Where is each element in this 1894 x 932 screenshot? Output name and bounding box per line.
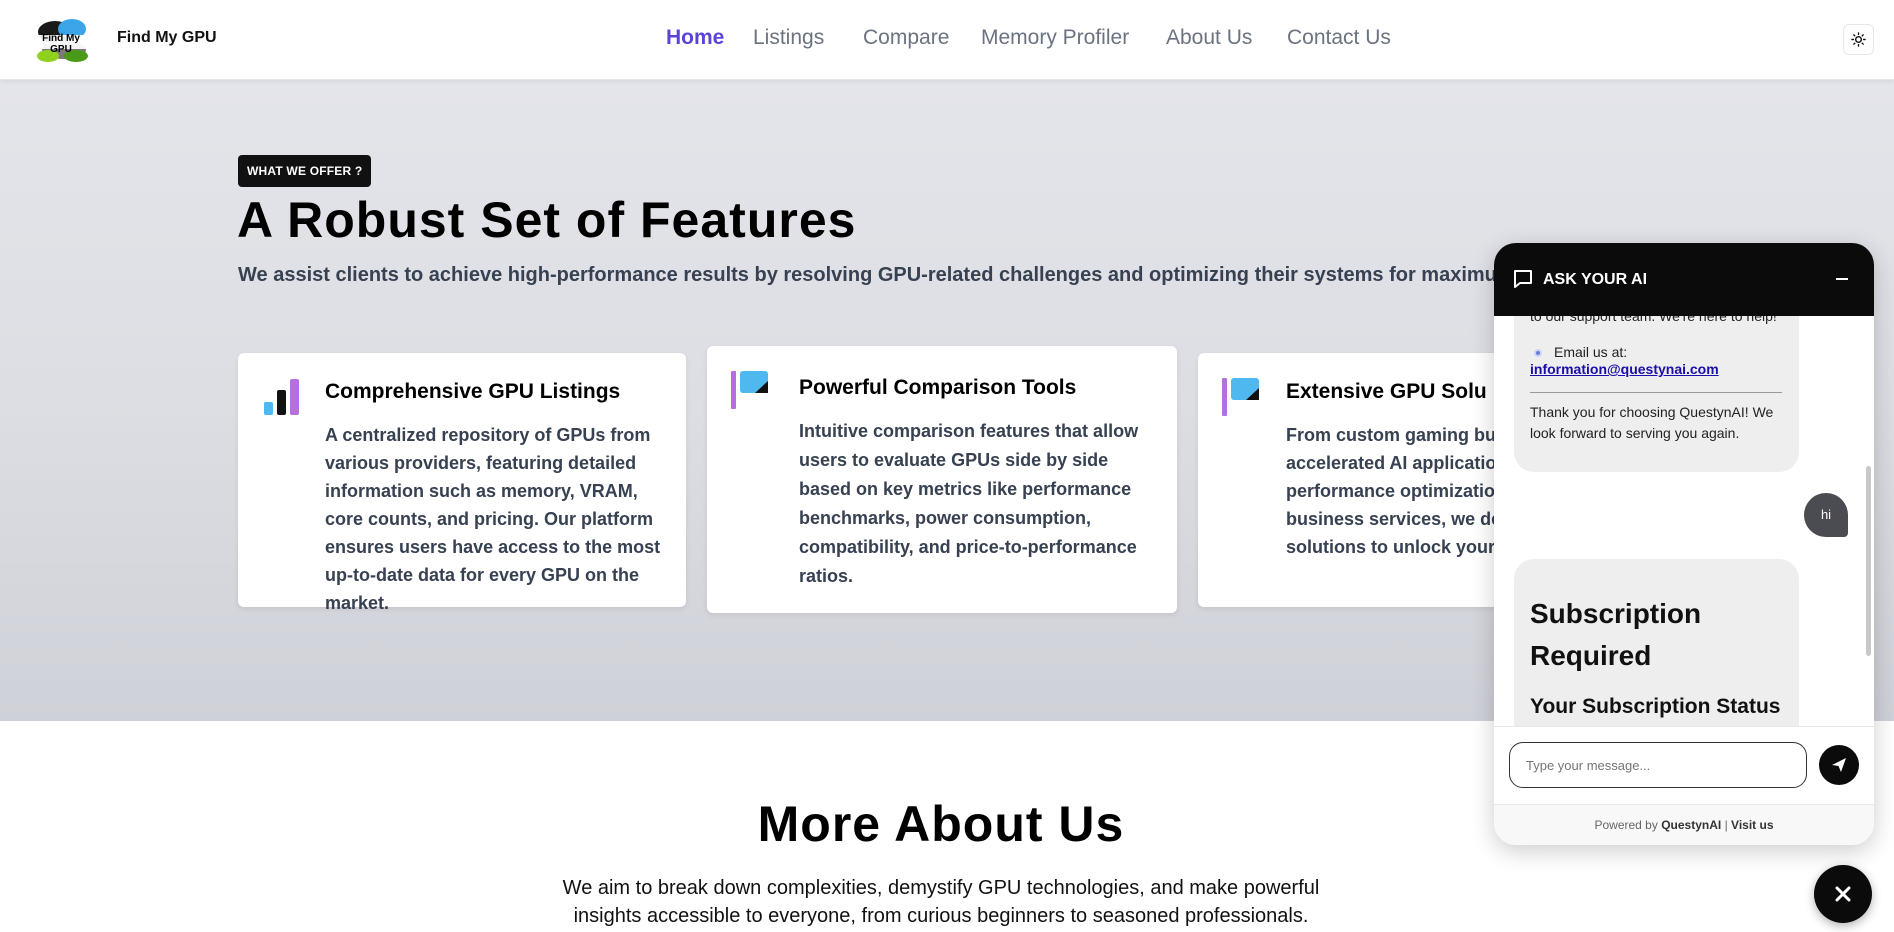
theme-toggle-button[interactable] — [1843, 24, 1874, 55]
logo-text: Find My GPU — [42, 33, 80, 55]
card-title: Extensive GPU Solu — [1286, 380, 1487, 403]
email-link[interactable]: information@questynai.com — [1530, 361, 1719, 377]
nav-memory-profiler[interactable]: Memory Profiler — [981, 26, 1129, 50]
chat-bubble-icon — [1514, 270, 1532, 288]
nav-listings[interactable]: Listings — [753, 26, 824, 50]
send-icon — [1832, 758, 1846, 772]
footer-brand[interactable]: QuestynAI — [1661, 818, 1721, 832]
flag-icon — [1222, 378, 1262, 423]
user-message: hi — [1804, 493, 1848, 537]
chat-widget: ASK YOUR AI to our support team. We're h… — [1494, 243, 1874, 845]
chat-messages[interactable]: to our support team. We're here to help!… — [1494, 316, 1874, 726]
bot-message: to our support team. We're here to help!… — [1514, 316, 1799, 472]
minimize-button[interactable] — [1830, 267, 1854, 291]
feature-card-listings[interactable]: Comprehensive GPU Listings A centralized… — [238, 353, 686, 613]
close-icon — [1835, 886, 1851, 902]
subscription-title: Subscription Required — [1530, 598, 1702, 671]
chat-title: ASK YOUR AI — [1543, 271, 1648, 288]
footer-separator: | — [1724, 818, 1728, 832]
card-text: Intuitive comparison features that allow… — [799, 421, 1139, 586]
subscription-card: Subscription Required Your Subscription … — [1514, 559, 1799, 726]
chat-header: ASK YOUR AI — [1494, 243, 1874, 316]
chat-scrollbar[interactable] — [1866, 466, 1871, 656]
subscription-status: Your Subscription Status — [1530, 695, 1781, 718]
flag-icon — [731, 371, 771, 416]
about-text: We aim to break down complexities, demys… — [562, 877, 1320, 927]
message-divider — [1530, 392, 1782, 393]
message-text: Thank you for choosing QuestynAI! We loo… — [1530, 404, 1774, 441]
message-input[interactable] — [1509, 742, 1807, 788]
section-badge: WHAT WE OFFER ? — [238, 155, 372, 187]
footer-visit-link[interactable]: Visit us — [1731, 818, 1773, 832]
nav-contact-us[interactable]: Contact Us — [1287, 26, 1391, 50]
section-headline: A Robust Set of Features — [237, 192, 857, 248]
send-button[interactable] — [1819, 745, 1859, 785]
logo[interactable]: Find My GPU — [28, 14, 94, 64]
top-navbar: Find My GPU Find My GPU Home Listings Co… — [0, 0, 1894, 80]
bullet-icon — [1534, 349, 1542, 357]
chat-input-row — [1494, 726, 1874, 804]
card-title: Powerful Comparison Tools — [799, 376, 1077, 399]
card-text: From custom gaming bu accelerated AI app… — [1286, 425, 1502, 557]
footer-prefix: Powered by — [1594, 818, 1658, 832]
email-label: Email us at: — [1554, 344, 1628, 360]
card-title: Comprehensive GPU Listings — [325, 380, 621, 403]
minus-icon — [1836, 278, 1848, 280]
nav-about-us[interactable]: About Us — [1166, 26, 1252, 50]
bar-chart-icon — [262, 379, 302, 422]
nav-home[interactable]: Home — [666, 26, 724, 50]
brand-name[interactable]: Find My GPU — [117, 29, 217, 47]
feature-card-compare[interactable]: Powerful Comparison Tools Intuitive comp… — [707, 346, 1177, 613]
message-text: to our support team. We're here to help! — [1530, 316, 1777, 324]
chat-footer: Powered by QuestynAI | Visit us — [1494, 804, 1874, 845]
sun-icon — [1851, 32, 1866, 47]
card-text: A centralized repository of GPUs from va… — [325, 425, 661, 613]
section-subheading: We assist clients to achieve high-perfor… — [238, 264, 1497, 286]
nav-compare[interactable]: Compare — [863, 26, 949, 50]
chat-close-button[interactable] — [1814, 865, 1872, 923]
